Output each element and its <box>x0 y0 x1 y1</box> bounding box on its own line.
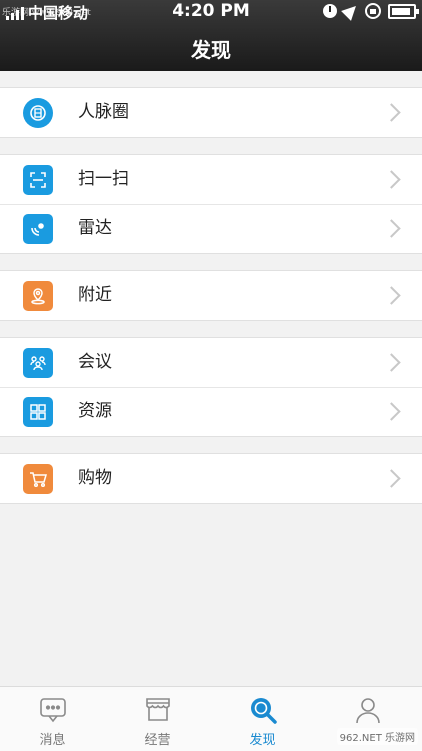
tab-label: 消息 <box>39 733 66 748</box>
radar-icon <box>23 214 53 244</box>
circle-people-icon <box>23 98 53 128</box>
tab-label: 经营 <box>144 733 171 748</box>
chevron-right-icon <box>382 170 401 189</box>
profile-person-icon <box>353 695 383 729</box>
chevron-right-icon <box>382 402 401 421</box>
battery-icon <box>388 3 419 19</box>
group-scan-radar: 扫一扫 雷达 <box>0 154 422 254</box>
tab-messages[interactable]: 消息 <box>0 687 105 751</box>
tab-discover[interactable]: 发现 <box>210 687 315 751</box>
store-icon <box>143 695 173 729</box>
page-title: 发现 <box>191 38 231 62</box>
rotation-lock-icon <box>365 3 381 19</box>
clock-icon <box>323 4 337 18</box>
list-item-radar[interactable]: 雷达 <box>0 204 422 253</box>
chevron-right-icon <box>382 353 401 372</box>
group-shopping: 购物 <box>0 453 422 504</box>
list-item-scan[interactable]: 扫一扫 <box>0 155 422 204</box>
list-item-label: 人脉圈 <box>78 102 129 122</box>
list-item-label: 购物 <box>78 468 112 488</box>
list-item-shopping[interactable]: 购物 <box>0 454 422 503</box>
chevron-right-icon <box>382 103 401 122</box>
chevron-right-icon <box>382 219 401 238</box>
list-item-label: 附近 <box>78 285 112 305</box>
list-item-label: 资源 <box>78 401 112 421</box>
list-item-label: 雷达 <box>78 218 112 238</box>
meeting-icon <box>23 348 53 378</box>
list-item-label: 扫一扫 <box>78 169 129 189</box>
watermark-top-left: 乐游网 www.962.net <box>2 8 91 18</box>
list-item-meeting[interactable]: 会议 <box>0 338 422 387</box>
nearby-location-icon <box>23 281 53 311</box>
tab-business[interactable]: 经营 <box>105 687 210 751</box>
group-meeting-resources: 会议 资源 <box>0 337 422 437</box>
top-bar: 中国移动 4:20 PM 乐游网 www.962.net 发现 <box>0 0 422 71</box>
list-item-label: 会议 <box>78 352 112 372</box>
list-item-resources[interactable]: 资源 <box>0 387 422 436</box>
shopping-cart-icon <box>23 464 53 494</box>
list-item-contacts-circle[interactable]: 人脉圈 <box>0 88 422 137</box>
resources-icon <box>23 397 53 427</box>
chevron-right-icon <box>382 469 401 488</box>
watermark-bottom-right: 962.NET 乐游网 <box>336 728 418 745</box>
location-arrow-icon <box>341 1 361 21</box>
group-contacts-circle: 人脉圈 <box>0 87 422 138</box>
group-nearby: 附近 <box>0 270 422 321</box>
discover-search-icon <box>248 695 278 729</box>
chevron-right-icon <box>382 286 401 305</box>
tab-bar: 消息 经营 发现 962.NET 乐游网 <box>0 686 422 751</box>
discover-list: 人脉圈 扫一扫 雷达 附近 会议 资源 购物 <box>0 71 422 504</box>
scan-icon <box>23 165 53 195</box>
tab-label: 发现 <box>249 733 276 748</box>
status-icons <box>323 1 419 21</box>
message-bubble-icon <box>38 695 68 729</box>
list-item-nearby[interactable]: 附近 <box>0 271 422 320</box>
